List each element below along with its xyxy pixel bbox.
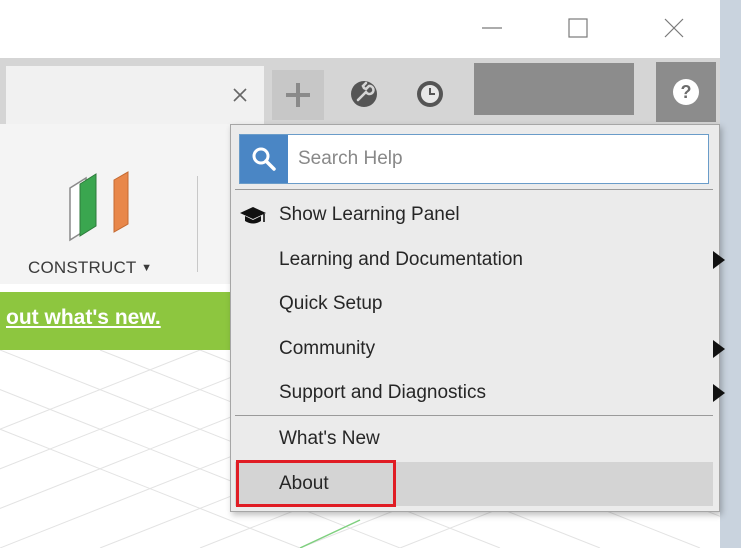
help-menu: Show Learning Panel Learning and Documen…: [230, 124, 725, 512]
menu-item-whats-new[interactable]: What's New: [235, 417, 713, 461]
help-search-input[interactable]: [298, 141, 698, 177]
search-icon: [252, 147, 276, 171]
help-search-box: [239, 134, 709, 184]
maximize-icon: [568, 18, 588, 38]
menu-item-label: Support and Diagnostics: [279, 382, 487, 403]
menu-item-label: Learning and Documentation: [279, 249, 524, 270]
close-tab-icon: [233, 88, 247, 102]
minimize-icon: [482, 27, 502, 29]
submenu-arrow-icon: [713, 384, 725, 402]
new-tab-button[interactable]: [272, 70, 324, 120]
window-close-button[interactable]: [646, 8, 702, 48]
close-icon: [664, 18, 684, 38]
account-area[interactable]: [474, 63, 634, 115]
minimize-button[interactable]: [464, 8, 520, 48]
construct-menu[interactable]: CONSTRUCT ▼: [28, 258, 152, 278]
title-bar: [0, 0, 720, 58]
menu-item-label: Quick Setup: [279, 293, 383, 314]
maximize-button[interactable]: [550, 8, 606, 48]
menu-item-community[interactable]: Community: [235, 327, 725, 371]
extensions-button[interactable]: [344, 72, 384, 116]
help-button[interactable]: ?: [656, 62, 716, 122]
search-button[interactable]: [240, 135, 288, 183]
menu-item-support-and-diagnostics[interactable]: Support and Diagnostics: [235, 371, 725, 415]
menu-item-show-learning-panel[interactable]: Show Learning Panel: [235, 193, 713, 237]
menu-item-learning-and-documentation[interactable]: Learning and Documentation: [235, 238, 725, 282]
job-status-button[interactable]: [410, 72, 450, 116]
dropdown-caret-icon: ▼: [141, 262, 153, 274]
window-border: [720, 0, 741, 548]
construct-label: CONSTRUCT: [28, 258, 137, 277]
menu-separator: [235, 415, 713, 416]
svg-text:?: ?: [681, 82, 692, 102]
about-highlight-annotation: [236, 460, 396, 507]
whats-new-link[interactable]: out what's new.: [6, 306, 161, 330]
plus-icon: [286, 83, 310, 107]
wrench-icon: [351, 81, 377, 107]
menu-item-label: Show Learning Panel: [279, 204, 460, 225]
menu-item-quick-setup[interactable]: Quick Setup: [235, 282, 713, 326]
close-tab-button[interactable]: [226, 80, 254, 110]
submenu-arrow-icon: [713, 251, 725, 269]
menu-item-label: Community: [279, 338, 376, 359]
construct-plane-icon[interactable]: [60, 168, 140, 244]
menu-separator: [235, 189, 713, 190]
question-icon: ?: [673, 79, 699, 105]
toolbar-divider: [197, 176, 198, 272]
clock-icon: [417, 81, 443, 107]
graduation-cap-icon: [240, 207, 266, 224]
submenu-arrow-icon: [713, 340, 725, 358]
menu-item-label: What's New: [279, 428, 380, 449]
